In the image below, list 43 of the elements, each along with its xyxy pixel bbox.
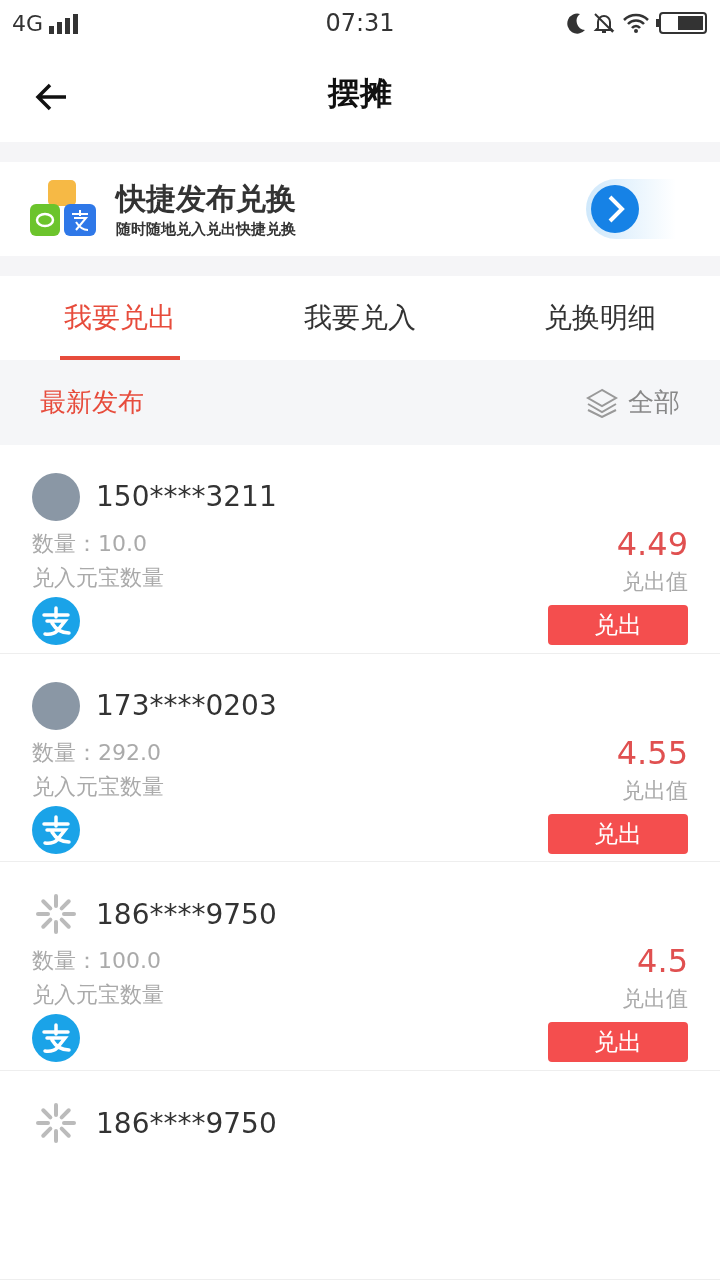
exchange-value: 4.5 (637, 942, 688, 981)
layers-icon (586, 387, 618, 418)
payment-logo-icon (32, 596, 80, 645)
exchange-out-button[interactable]: 兑出 (548, 813, 688, 854)
quantity: 数量：292.0 (32, 738, 161, 767)
value-label: 兑出值 (622, 567, 688, 596)
exchange-value: 4.55 (616, 733, 688, 772)
tab[interactable]: 我要兑入 (240, 275, 480, 361)
payment-logo-icon (32, 1014, 80, 1063)
clock: 07:31 (325, 9, 395, 38)
page-title: 摆摊 (328, 73, 392, 115)
value-label: 兑出值 (622, 985, 688, 1014)
chevron-right-icon (590, 184, 640, 235)
network-type: 4G (12, 10, 44, 36)
quantity: 数量：100.0 (32, 947, 161, 976)
quantity-label: 兑入元宝数量 (32, 772, 164, 801)
user-phone: 186****9750 (96, 1106, 277, 1140)
wifi-icon (622, 12, 650, 35)
quantity: 数量：10.0 (32, 529, 147, 558)
chat-apps-icon (30, 180, 96, 239)
avatar-photo-placeholder (32, 472, 80, 521)
exchange-out-button[interactable]: 兑出 (548, 604, 688, 645)
tab[interactable]: 我要兑出 (0, 275, 240, 361)
user-phone: 186****9750 (96, 897, 277, 931)
exchange-out-button[interactable]: 兑出 (548, 1022, 688, 1063)
exchange-value: 4.49 (616, 524, 688, 563)
payment-logo-icon (32, 805, 80, 854)
tab[interactable]: 兑换明细 (480, 275, 720, 361)
battery-icon (656, 12, 708, 35)
avatar-photo-placeholder (32, 681, 80, 730)
quantity-label: 兑入元宝数量 (32, 563, 164, 592)
filter-dropdown[interactable]: 全部 (586, 385, 680, 421)
value-label: 兑出值 (622, 776, 688, 805)
back-arrow-icon (34, 82, 68, 113)
filter-label: 最新发布 (40, 386, 144, 420)
moon-icon (566, 12, 586, 35)
muted-bell-icon (592, 11, 616, 36)
user-phone: 150****3211 (96, 480, 277, 514)
signal-icon (49, 12, 80, 35)
user-phone: 173****0203 (96, 689, 277, 723)
quantity-label: 兑入元宝数量 (32, 981, 164, 1010)
banner-subtitle: 随时随地兑入兑出快捷兑换 (116, 220, 297, 240)
banner-title: 快捷发布兑换 (116, 180, 297, 219)
